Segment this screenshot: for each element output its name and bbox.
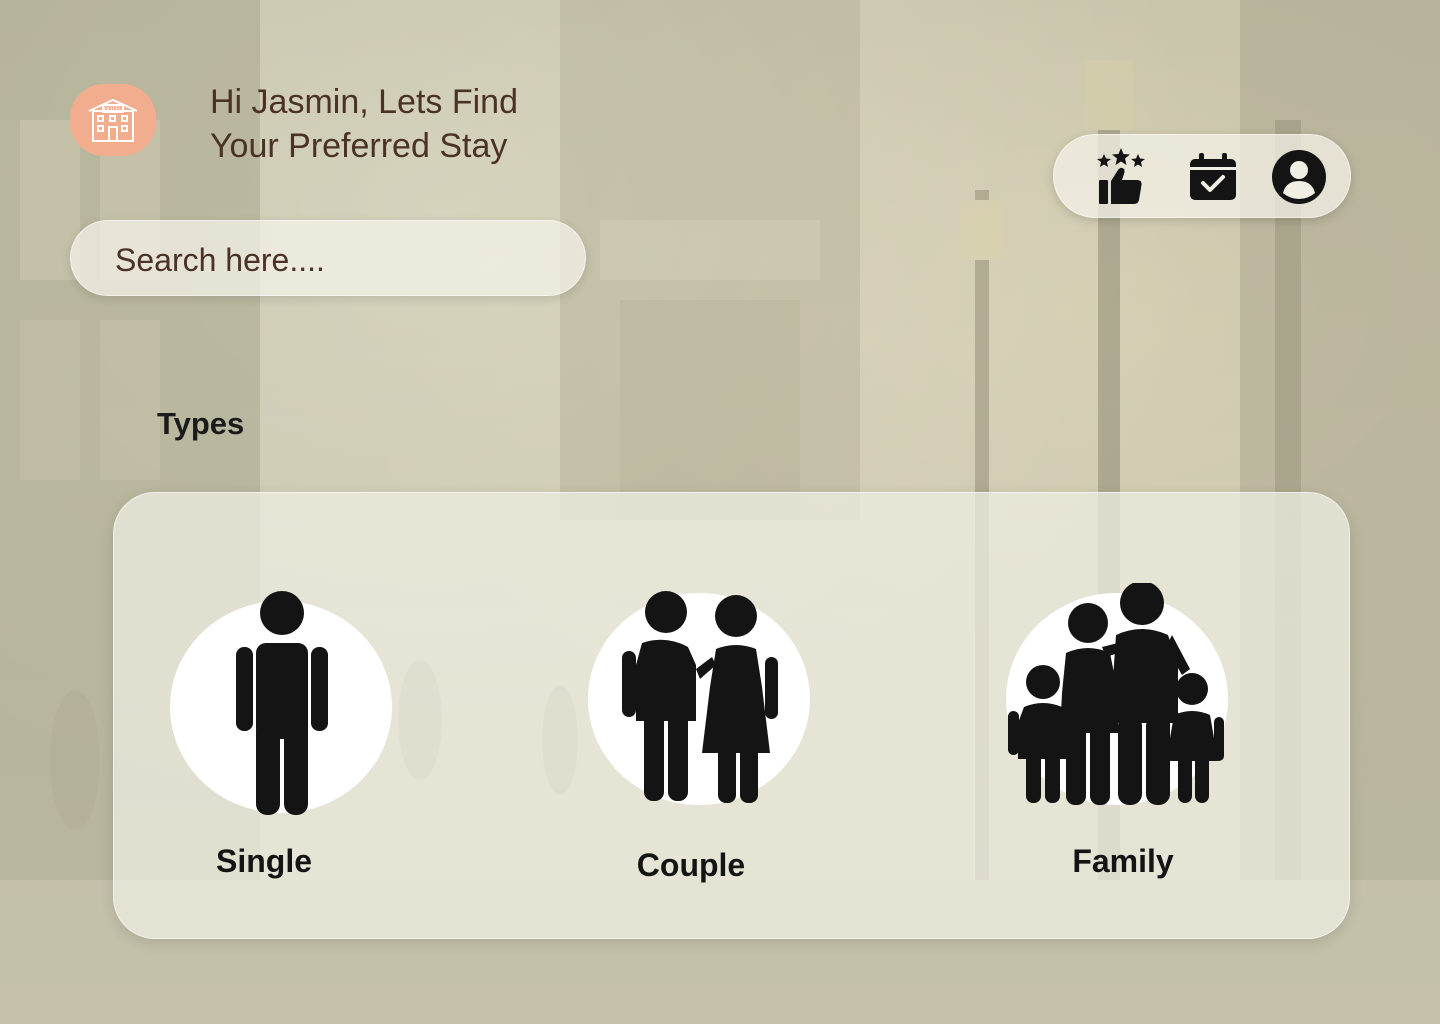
hotel-logo[interactable]: HOTEL — [70, 84, 156, 156]
greeting-line-2: Your Preferred Stay — [210, 127, 508, 165]
logo-text: HOTEL — [104, 107, 122, 113]
greeting-heading: Hi Jasmin, Lets Find Your Preferred Stay — [210, 80, 518, 168]
couple-icon — [622, 591, 778, 803]
search-input[interactable] — [113, 221, 557, 299]
profile-button[interactable] — [1269, 147, 1329, 207]
action-toolbar — [1053, 134, 1351, 218]
greeting-line-1: Hi Jasmin, Lets Find — [210, 83, 518, 121]
type-card-single[interactable]: Single — [170, 581, 394, 901]
account-circle-icon — [1272, 150, 1326, 204]
family-icon — [1008, 583, 1224, 805]
type-card-family[interactable]: Family — [1006, 573, 1232, 893]
type-label-family: Family — [1072, 843, 1174, 879]
calendar-check-icon — [1190, 153, 1236, 200]
type-label-couple: Couple — [636, 847, 746, 883]
bookings-button[interactable] — [1183, 147, 1243, 207]
thumbs-up-stars-icon — [1097, 148, 1145, 204]
types-heading: Types — [157, 406, 245, 441]
single-person-icon — [236, 591, 328, 815]
hotel-icon: HOTEL — [88, 98, 138, 142]
search-bar[interactable] — [70, 220, 586, 299]
type-card-couple[interactable]: Couple — [588, 581, 812, 901]
recommended-button[interactable] — [1091, 147, 1151, 207]
types-panel: Single Couple Family — [113, 492, 1350, 939]
type-label-single: Single — [216, 843, 313, 879]
